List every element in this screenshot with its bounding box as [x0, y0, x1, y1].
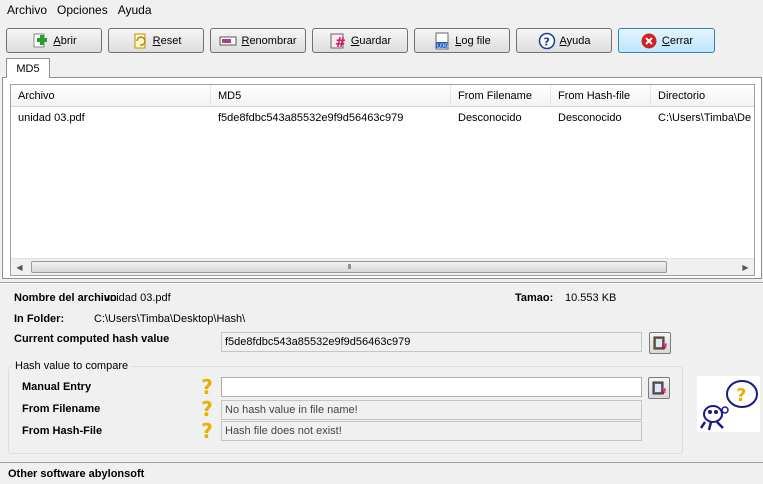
- log-file-icon: LOG: [433, 32, 451, 50]
- horizontal-scrollbar[interactable]: ◀ III ▶: [11, 258, 754, 275]
- hashfile-status-icon: ?: [201, 419, 213, 443]
- folder-label: In Folder:: [14, 313, 65, 325]
- scroll-thumb[interactable]: III: [31, 261, 667, 273]
- manual-entry-input[interactable]: [221, 377, 642, 397]
- svg-text:?: ?: [736, 385, 746, 406]
- close-circle-icon: [640, 32, 658, 50]
- size-label: Tamao:: [515, 292, 554, 304]
- column-md5[interactable]: MD5: [211, 85, 451, 107]
- file-list[interactable]: Archivo MD5 From Filename From Hash-file…: [10, 84, 755, 276]
- save-button[interactable]: # Guardar: [312, 28, 408, 53]
- menu-opciones[interactable]: Opciones: [52, 3, 113, 17]
- menu-ayuda[interactable]: Ayuda: [113, 3, 157, 17]
- copy-hash-button[interactable]: #: [649, 332, 671, 354]
- filename-status-icon: ?: [201, 397, 213, 421]
- help-button[interactable]: ? Ayuda: [516, 28, 612, 53]
- computed-hash-label: Current computed hash value: [14, 333, 170, 345]
- scroll-grip: III: [347, 263, 352, 271]
- cell-from-hash-file: Desconocido: [558, 112, 622, 124]
- cell-md5: f5de8fdbc543a85532e9f9d56463c979: [218, 112, 404, 124]
- divider: [0, 282, 763, 284]
- tab-panel: Archivo MD5 From Filename From Hash-file…: [2, 77, 762, 279]
- reset-button-label: Reset: [152, 34, 182, 47]
- logfile-button[interactable]: LOG Log file: [414, 28, 510, 53]
- cell-archivo: unidad 03.pdf: [18, 112, 85, 124]
- open-button[interactable]: Abrir: [6, 28, 102, 53]
- menu-archivo[interactable]: Archivo: [2, 3, 52, 17]
- scroll-left-icon[interactable]: ◀: [11, 259, 28, 275]
- scroll-right-icon[interactable]: ▶: [737, 259, 754, 275]
- cell-directorio: C:\Users\Timba\De: [658, 112, 752, 124]
- logfile-button-label: Log file: [455, 34, 491, 47]
- from-filename-label: From Filename: [22, 403, 101, 415]
- column-directorio[interactable]: Directorio: [651, 85, 754, 107]
- filename-label: Nombre del archivo: [14, 292, 117, 304]
- reset-document-icon: [131, 32, 149, 50]
- svg-text:#: #: [660, 387, 667, 395]
- svg-text:?: ?: [543, 35, 549, 48]
- folder-value: C:\Users\Timba\Desktop\Hash\: [94, 313, 246, 325]
- cell-from-filename: Desconocido: [458, 112, 522, 124]
- manual-status-icon: ?: [201, 375, 213, 399]
- list-header: Archivo MD5 From Filename From Hash-file…: [11, 85, 754, 107]
- column-from-hash-file[interactable]: From Hash-file: [551, 85, 651, 107]
- mascot-logo: ?: [697, 376, 760, 432]
- from-filename-field[interactable]: No hash value in file name!: [221, 400, 642, 420]
- column-from-filename[interactable]: From Filename: [451, 85, 551, 107]
- rename-icon: [219, 32, 237, 50]
- reset-button[interactable]: Reset: [108, 28, 204, 53]
- open-button-label: Abrir: [53, 34, 77, 47]
- table-row[interactable]: unidad 03.pdf f5de8fdbc543a85532e9f9d564…: [11, 109, 754, 127]
- status-text[interactable]: Other software abylonsoft: [8, 468, 144, 480]
- svg-text:#: #: [661, 342, 668, 350]
- computed-hash-field[interactable]: f5de8fdbc543a85532e9f9d56463c979: [221, 332, 642, 352]
- from-hash-file-label: From Hash-File: [22, 425, 103, 437]
- filename-value: unidad 03.pdf: [104, 292, 171, 304]
- rename-button[interactable]: Renombrar: [210, 28, 306, 53]
- plus-document-icon: [31, 32, 49, 50]
- size-value: 10.553 KB: [565, 292, 617, 304]
- status-bar: Other software abylonsoft: [0, 462, 763, 484]
- from-hash-file-field[interactable]: Hash file does not exist!: [221, 421, 642, 441]
- close-button-label: Cerrar: [661, 34, 694, 47]
- rename-button-label: Renombrar: [241, 34, 297, 47]
- paste-hash-button[interactable]: #: [648, 377, 670, 399]
- column-archivo[interactable]: Archivo: [11, 85, 211, 107]
- tab-md5-label: MD5: [16, 62, 40, 75]
- save-button-label: Guardar: [350, 34, 392, 47]
- svg-text:#: #: [335, 36, 346, 50]
- clipboard-hash-icon: #: [651, 379, 667, 398]
- hash-save-icon: #: [329, 32, 347, 51]
- svg-text:LOG: LOG: [437, 43, 448, 49]
- help-circle-icon: ?: [538, 32, 556, 50]
- menu-bar: Archivo Opciones Ayuda: [0, 0, 763, 20]
- clipboard-hash-icon: #: [652, 334, 668, 353]
- manual-entry-label: Manual Entry: [22, 381, 92, 393]
- close-button[interactable]: Cerrar: [618, 28, 715, 53]
- tab-md5[interactable]: MD5: [6, 58, 50, 78]
- compare-group-title: Hash value to compare: [12, 360, 132, 372]
- help-button-label: Ayuda: [559, 34, 591, 47]
